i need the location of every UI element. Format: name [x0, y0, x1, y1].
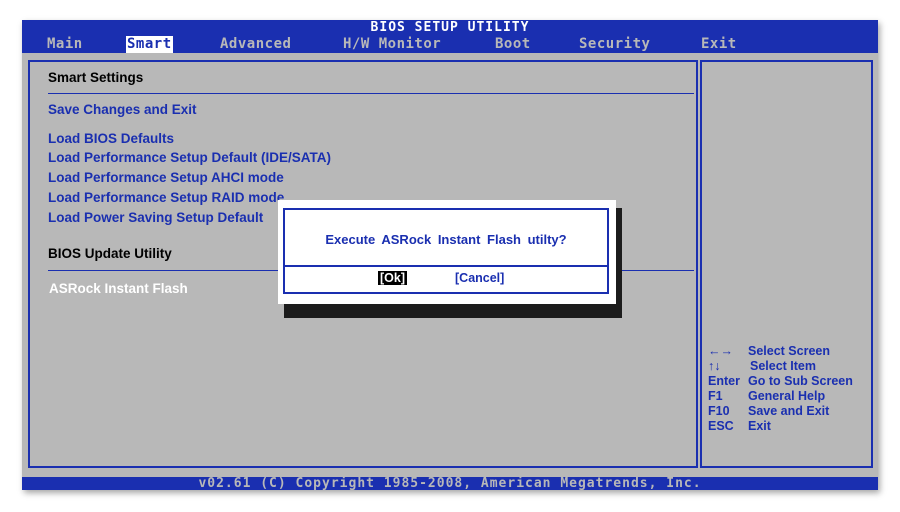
confirm-dialog: Execute ASRock Instant Flash utilty? [Ok… — [278, 200, 616, 304]
ok-button[interactable]: [Ok] — [378, 271, 407, 285]
bios-window: BIOS SETUP UTILITY Main Smart Advanced H… — [22, 20, 878, 490]
help-key: Enter — [708, 374, 740, 388]
help-desc: Exit — [748, 419, 771, 433]
help-desc: General Help — [748, 389, 826, 403]
tab-hw-monitor[interactable]: H/W Monitor — [342, 36, 442, 53]
tab-boot[interactable]: Boot — [494, 36, 532, 53]
menu-item-asrock-instant-flash[interactable]: ASRock Instant Flash — [49, 281, 188, 296]
heading-divider — [48, 93, 694, 94]
copyright-footer: v02.61 (C) Copyright 1985-2008, American… — [22, 477, 878, 490]
help-key: ↑↓ — [708, 359, 721, 373]
menu-item-load-power-saving[interactable]: Load Power Saving Setup Default — [48, 210, 263, 225]
menu-item-load-bios-defaults[interactable]: Load BIOS Defaults — [48, 131, 174, 146]
help-key: F1 — [708, 389, 723, 403]
help-key: ←→ — [708, 344, 733, 358]
section-heading-bios-update: BIOS Update Utility — [48, 246, 172, 261]
help-key: ESC — [708, 419, 734, 433]
menu-bar: Main Smart Advanced H/W Monitor Boot Sec… — [22, 36, 878, 53]
help-desc: Save and Exit — [748, 404, 830, 418]
menu-item-load-performance-raid[interactable]: Load Performance Setup RAID mode — [48, 190, 284, 205]
menu-item-load-performance-ahci[interactable]: Load Performance Setup AHCI mode — [48, 170, 284, 185]
dialog-frame: Execute ASRock Instant Flash utilty? [Ok… — [283, 208, 609, 294]
tab-security[interactable]: Security — [578, 36, 651, 53]
dialog-divider — [285, 265, 607, 267]
help-desc: Select Screen — [748, 344, 830, 358]
tab-main[interactable]: Main — [46, 36, 84, 53]
menu-item-save-changes-exit[interactable]: Save Changes and Exit — [48, 102, 197, 117]
dialog-message: Execute ASRock Instant Flash utilty? — [325, 232, 567, 247]
tab-exit[interactable]: Exit — [700, 36, 738, 53]
section-heading-smart-settings: Smart Settings — [48, 70, 144, 85]
cancel-button[interactable]: [Cancel] — [453, 271, 506, 285]
tab-advanced[interactable]: Advanced — [219, 36, 292, 53]
help-key: F10 — [708, 404, 730, 418]
bios-title: BIOS SETUP UTILITY — [22, 20, 878, 36]
help-panel: ←→ Select Screen ↑↓ Select Item Enter Go… — [700, 60, 873, 468]
tab-smart[interactable]: Smart — [126, 36, 173, 53]
help-desc: Select Item — [750, 359, 817, 373]
help-desc: Go to Sub Screen — [748, 374, 853, 388]
menu-item-load-performance-ide-sata[interactable]: Load Performance Setup Default (IDE/SATA… — [48, 150, 331, 165]
